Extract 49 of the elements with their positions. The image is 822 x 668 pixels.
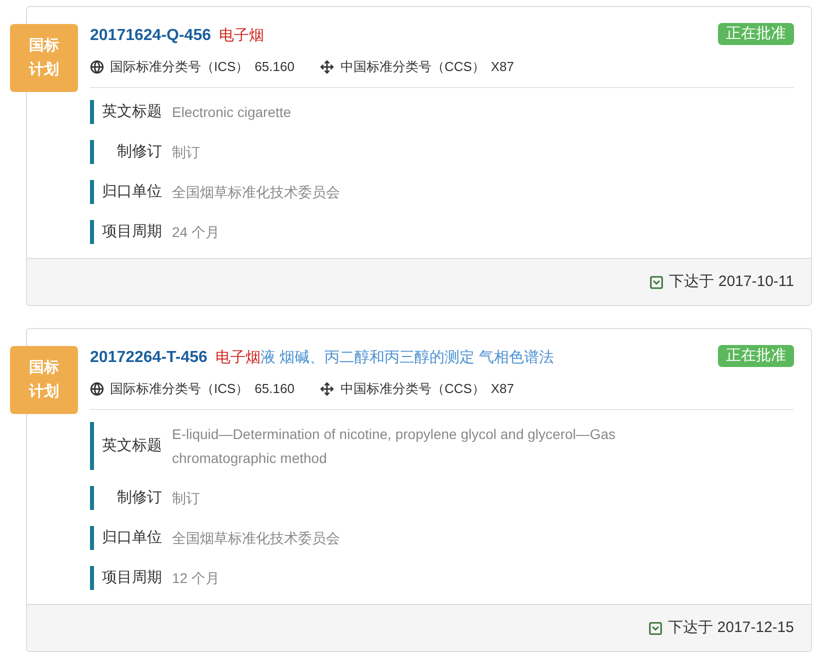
field-marker xyxy=(90,566,94,590)
ics-code: 65.160 xyxy=(254,380,294,398)
ics-label: 国际标准分类号（ICS） xyxy=(110,58,249,76)
plan-badge: 国标计划 xyxy=(10,24,78,92)
status-badge: 正在批准 xyxy=(718,23,794,45)
standard-title-part: 液 烟碱、丙二醇和丙三醇的测定 气相色谱法 xyxy=(260,349,554,366)
field-label: 项目周期 xyxy=(101,568,163,588)
plan-badge: 国标计划 xyxy=(10,346,78,414)
field-label: 归口单位 xyxy=(101,528,163,548)
field-label: 归口单位 xyxy=(101,182,163,202)
ics-code: 65.160 xyxy=(254,58,294,76)
field-value: 制订 xyxy=(172,489,200,508)
field-marker xyxy=(90,422,94,470)
field-value: 全国烟草标准化技术委员会 xyxy=(172,183,340,202)
field-value: 全国烟草标准化技术委员会 xyxy=(172,529,340,548)
calendar-down-icon xyxy=(649,274,664,290)
standard-code-link[interactable]: 20172264-T-456 xyxy=(90,349,208,366)
calendar-down-icon xyxy=(648,620,664,636)
field-label: 英文标题 xyxy=(101,102,163,122)
field-marker xyxy=(90,180,94,204)
globe-icon xyxy=(90,60,104,74)
field-marker xyxy=(90,526,94,550)
ccs-label: 中国标准分类号（CCS） xyxy=(340,380,485,398)
move-icon xyxy=(320,382,334,396)
ccs-code: X87 xyxy=(490,58,514,76)
ics-label: 国际标准分类号（ICS） xyxy=(110,380,249,398)
field-marker xyxy=(90,100,94,124)
ccs-label: 中国标准分类号（CCS） xyxy=(340,58,485,76)
issued-date: 下达于 2017-10-11 xyxy=(669,272,794,292)
globe-icon xyxy=(90,382,104,396)
field-marker xyxy=(90,220,94,244)
field-value: 24 个月 xyxy=(172,223,220,242)
field-value: 12 个月 xyxy=(172,569,220,588)
field-value: 制订 xyxy=(172,143,200,162)
standard-title-part: 电子烟 xyxy=(218,27,264,44)
field-marker xyxy=(90,486,94,510)
move-icon xyxy=(320,60,334,74)
issued-date: 下达于 2017-12-15 xyxy=(668,618,794,638)
field-value: E-liquid—Determination of nicotine, propylene glycol and glycerol—Gas chromatographic method xyxy=(172,425,617,468)
field-label: 英文标题 xyxy=(101,436,163,456)
field-label: 制修订 xyxy=(116,488,163,508)
standard-title-part: 电子烟 xyxy=(215,349,260,366)
field-label: 项目周期 xyxy=(101,222,163,242)
ccs-code: X87 xyxy=(490,380,514,398)
standard-code-link[interactable]: 20171624-Q-456 xyxy=(90,27,211,44)
field-marker xyxy=(90,140,94,164)
field-label: 制修订 xyxy=(116,142,163,162)
field-value: Electronic cigarette xyxy=(172,103,292,122)
status-badge: 正在批准 xyxy=(718,345,794,367)
